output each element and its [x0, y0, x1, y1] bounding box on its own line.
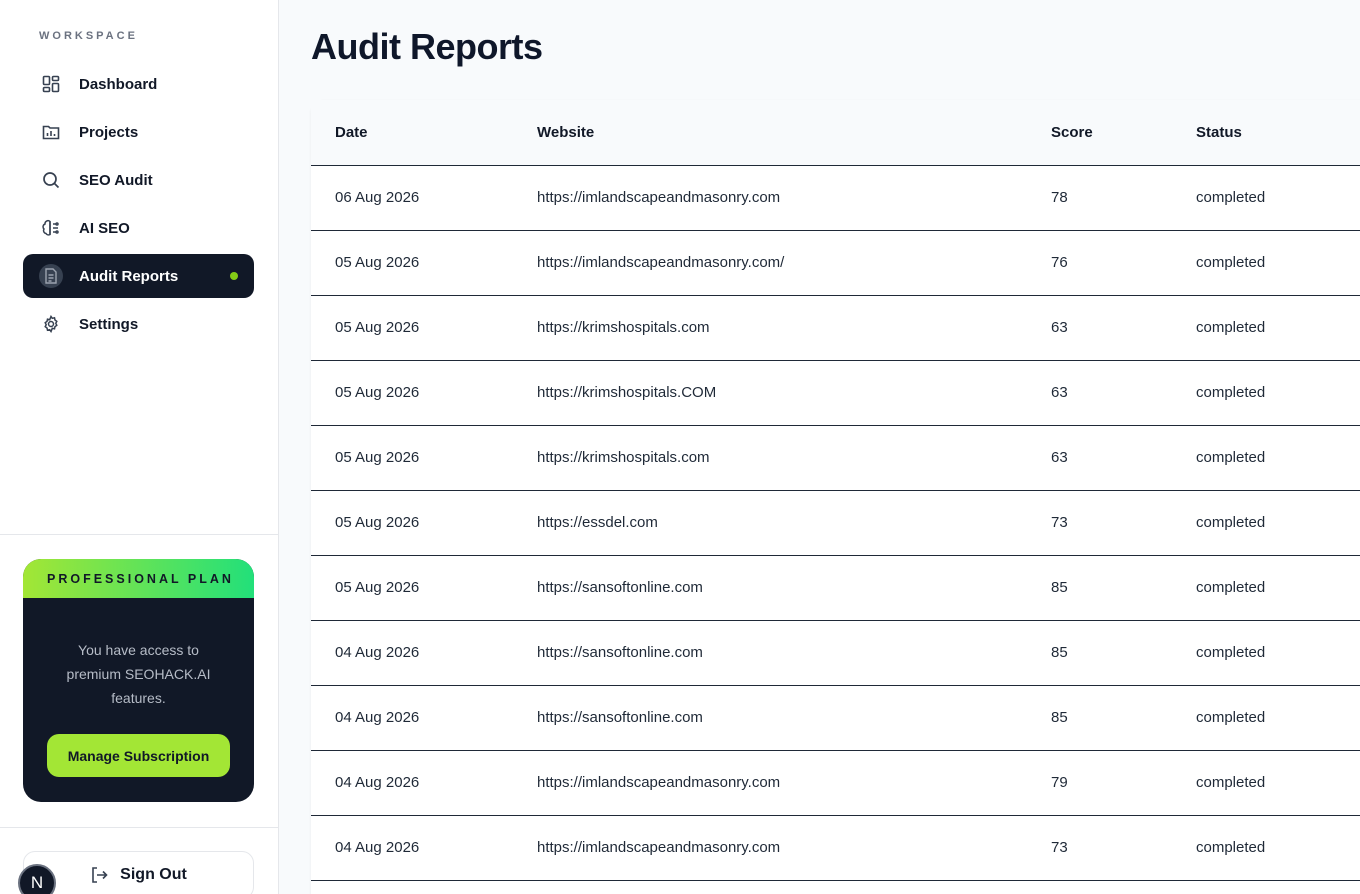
- table-row[interactable]: 04 Aug 2026 https://sansoftonline.com 85…: [311, 620, 1360, 686]
- plan-description: You have access to premium SEOHACK.AI fe…: [66, 642, 211, 706]
- cell-date: 04 Aug 2026: [311, 750, 537, 816]
- cell-score: 85: [1051, 685, 1196, 751]
- sidebar-item-projects[interactable]: Projects: [23, 110, 254, 154]
- sidebar-item-label: Projects: [79, 123, 139, 141]
- cell-date: 04 Aug 2026: [311, 685, 537, 751]
- cell-website: https://sansoftonline.com: [537, 555, 1051, 621]
- cell-status: completed: [1196, 165, 1360, 231]
- table-row[interactable]: 05 Aug 2026 https://krimshospitals.com 6…: [311, 295, 1360, 361]
- cell-website: https://essdel.com: [537, 490, 1051, 556]
- cell-score: 85: [1051, 555, 1196, 621]
- cell-website: https://krimshospitals.com: [537, 425, 1051, 491]
- cell-status: completed: [1196, 490, 1360, 556]
- cell-score: 78: [1051, 165, 1196, 231]
- cell-status: completed: [1196, 230, 1360, 296]
- table-row[interactable]: 06 Aug 2026 https://imlandscapeandmasonr…: [311, 165, 1360, 231]
- plan-card: PROFESSIONAL PLAN You have access to pre…: [23, 559, 254, 802]
- cell-status: completed: [1196, 685, 1360, 751]
- sidebar-divider: [0, 534, 279, 535]
- cell-date: 04 Aug 2026: [311, 815, 537, 881]
- sign-out-button[interactable]: Sign Out: [23, 851, 254, 894]
- sidebar-item-ai-seo[interactable]: AI SEO: [23, 206, 254, 250]
- avatar[interactable]: N: [18, 864, 56, 894]
- manage-subscription-button[interactable]: Manage Subscription: [47, 734, 230, 777]
- table-row[interactable]: 04 Aug 2026 https://imlandscapeandmasonr…: [311, 750, 1360, 816]
- cell-website: https://sansoftonline.com: [537, 620, 1051, 686]
- table-row[interactable]: 05 Aug 2026 https://imlandscapeandmasonr…: [311, 230, 1360, 296]
- column-header-date[interactable]: Date: [311, 100, 537, 166]
- sign-out-icon: [90, 866, 108, 884]
- column-header-score[interactable]: Score: [1051, 100, 1196, 166]
- cell-date: 04 Aug 2026: [311, 620, 537, 686]
- cell-status: completed: [1196, 815, 1360, 881]
- cell-score: 63: [1051, 360, 1196, 426]
- sidebar-item-label: AI SEO: [79, 219, 130, 237]
- table-row[interactable]: 04 Aug 2026 https://imlandscapeandmasonr…: [311, 815, 1360, 881]
- cell-website: https://krimshospitals.COM: [537, 360, 1051, 426]
- table-row[interactable]: 04 Aug 2026 https://sansoftonline.com 85…: [311, 685, 1360, 751]
- document-icon: [39, 264, 63, 288]
- plan-header: PROFESSIONAL PLAN: [23, 559, 254, 598]
- cell-status: completed: [1196, 295, 1360, 361]
- cell-score: 63: [1051, 295, 1196, 361]
- sidebar-item-label: Audit Reports: [79, 267, 179, 285]
- column-header-status[interactable]: Status: [1196, 100, 1360, 166]
- cell-status: completed: [1196, 750, 1360, 816]
- audit-reports-table-card: Date Website Score Status 06 Aug 2026 ht…: [311, 100, 1360, 894]
- cell-website: https://imlandscapeandmasonry.com: [537, 165, 1051, 231]
- sidebar-item-audit-reports[interactable]: Audit Reports: [23, 254, 254, 298]
- table-row[interactable]: 05 Aug 2026 https://krimshospitals.com 6…: [311, 425, 1360, 491]
- table-row[interactable]: 05 Aug 2026 https://krimshospitals.COM 6…: [311, 360, 1360, 426]
- sidebar-item-label: Settings: [79, 315, 139, 333]
- cell-score: 79: [1051, 750, 1196, 816]
- column-header-website[interactable]: Website: [537, 100, 1051, 166]
- main-content: Audit Reports Date Website Score Status …: [279, 0, 1360, 894]
- dashboard-icon: [39, 72, 63, 96]
- cell-status: completed: [1196, 555, 1360, 621]
- table-header-row: Date Website Score Status: [311, 100, 1360, 166]
- cell-score: 85: [1051, 620, 1196, 686]
- sign-out-label: Sign Out: [120, 866, 187, 883]
- sidebar-divider: [0, 827, 279, 828]
- sidebar-item-seo-audit[interactable]: SEO Audit: [23, 158, 254, 202]
- cell-date: 05 Aug 2026: [311, 425, 537, 491]
- table-row[interactable]: 05 Aug 2026 https://essdel.com 73 comple…: [311, 490, 1360, 556]
- cell-date: 05 Aug 2026: [311, 295, 537, 361]
- gear-icon: [39, 312, 63, 336]
- audit-reports-table: Date Website Score Status 06 Aug 2026 ht…: [311, 100, 1360, 881]
- cell-website: https://imlandscapeandmasonry.com: [537, 750, 1051, 816]
- sidebar-item-dashboard[interactable]: Dashboard: [23, 62, 254, 106]
- cell-score: 76: [1051, 230, 1196, 296]
- cell-website: https://sansoftonline.com: [537, 685, 1051, 751]
- active-indicator-dot: [230, 272, 238, 280]
- sidebar-item-label: SEO Audit: [79, 171, 153, 189]
- cell-score: 63: [1051, 425, 1196, 491]
- sidebar-item-label: Dashboard: [79, 75, 158, 93]
- cell-website: https://krimshospitals.com: [537, 295, 1051, 361]
- brain-icon: [39, 216, 63, 240]
- sidebar-item-settings[interactable]: Settings: [23, 302, 254, 346]
- sidebar-nav: Dashboard Projects SEO Audit AI SEO Audi…: [23, 62, 254, 350]
- cell-date: 06 Aug 2026: [311, 165, 537, 231]
- cell-status: completed: [1196, 425, 1360, 491]
- app-root: WORKSPACE Dashboard Projects SEO Audit A…: [0, 0, 1360, 894]
- plan-title: PROFESSIONAL PLAN: [47, 571, 234, 586]
- cell-status: completed: [1196, 620, 1360, 686]
- cell-score: 73: [1051, 815, 1196, 881]
- cell-date: 05 Aug 2026: [311, 360, 537, 426]
- cell-date: 05 Aug 2026: [311, 555, 537, 621]
- projects-icon: [39, 120, 63, 144]
- cell-date: 05 Aug 2026: [311, 490, 537, 556]
- workspace-label: WORKSPACE: [39, 30, 138, 42]
- cell-score: 73: [1051, 490, 1196, 556]
- cell-date: 05 Aug 2026: [311, 230, 537, 296]
- page-title: Audit Reports: [311, 26, 543, 67]
- sidebar: WORKSPACE Dashboard Projects SEO Audit A…: [0, 0, 279, 894]
- search-icon: [39, 168, 63, 192]
- cell-status: completed: [1196, 360, 1360, 426]
- cell-website: https://imlandscapeandmasonry.com/: [537, 230, 1051, 296]
- table-row[interactable]: 05 Aug 2026 https://sansoftonline.com 85…: [311, 555, 1360, 621]
- cell-website: https://imlandscapeandmasonry.com: [537, 815, 1051, 881]
